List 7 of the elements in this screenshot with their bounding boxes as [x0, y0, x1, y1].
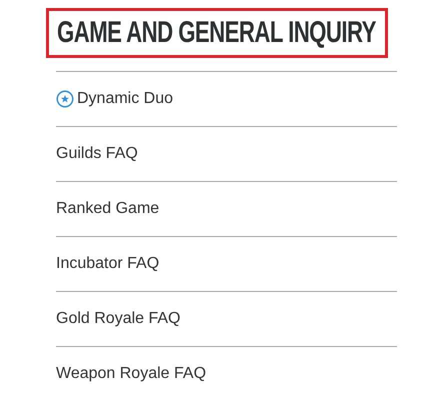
faq-link[interactable]: Guilds FAQ — [56, 142, 138, 166]
faq-link[interactable]: Dynamic Duo — [77, 87, 174, 111]
faq-link[interactable]: Incubator FAQ — [56, 252, 160, 276]
faq-link[interactable]: Ranked Game — [56, 197, 160, 221]
faq-link[interactable]: Weapon Royale FAQ — [56, 362, 206, 386]
faq-link[interactable]: Gold Royale FAQ — [56, 307, 180, 331]
section-heading: GAME AND GENERAL INQUIRY — [57, 18, 376, 48]
